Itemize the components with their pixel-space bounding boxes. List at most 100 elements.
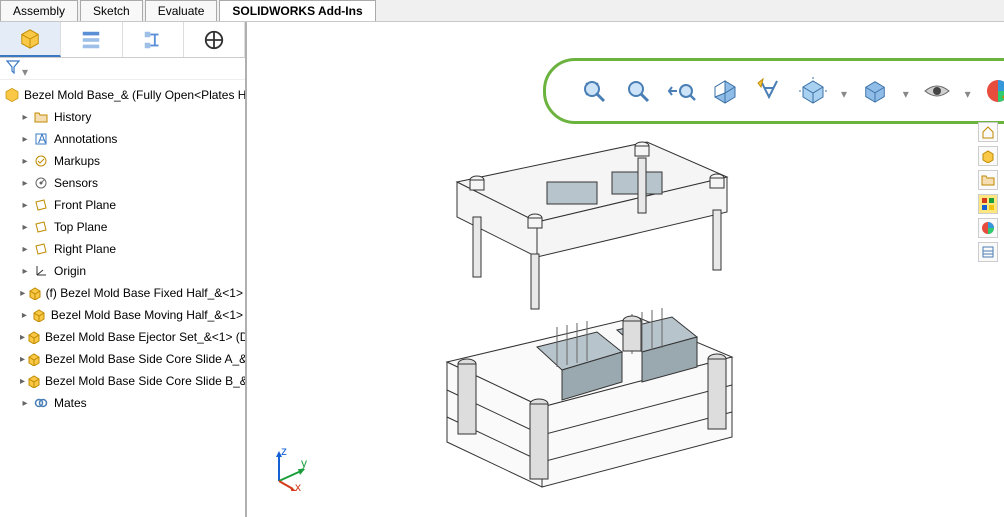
expander-icon[interactable]: ▸ bbox=[20, 178, 30, 189]
file-explorer-icon[interactable] bbox=[978, 170, 998, 190]
tree-filter-row: ▾ bbox=[0, 58, 245, 80]
configuration-manager-tab[interactable] bbox=[123, 22, 184, 57]
tree-item-label: Bezel Mold Base Ejector Set_&<1> (D bbox=[45, 330, 245, 344]
dimxpert-tab[interactable] bbox=[184, 22, 245, 57]
property-manager-tab[interactable] bbox=[61, 22, 122, 57]
expander-icon[interactable]: ▸ bbox=[20, 156, 30, 167]
asm-icon bbox=[27, 351, 41, 367]
custom-properties-icon[interactable] bbox=[978, 242, 998, 262]
tree-item-label: History bbox=[54, 110, 91, 124]
hide-show-items-icon[interactable] bbox=[919, 73, 955, 109]
triad-y-label: y bbox=[301, 456, 307, 470]
hide-show-dropdown-icon[interactable]: ▾ bbox=[965, 87, 973, 95]
tree-item[interactable]: ▸ Right Plane bbox=[2, 238, 243, 260]
expander-icon[interactable]: ▸ bbox=[20, 398, 30, 409]
asm-icon bbox=[31, 307, 47, 323]
tree-item-label: Front Plane bbox=[54, 198, 116, 212]
markup-icon bbox=[32, 153, 50, 169]
section-view-icon[interactable] bbox=[707, 73, 743, 109]
tree-item-label: Bezel Mold Base Side Core Slide A_& bbox=[45, 352, 245, 366]
feature-manager-panel: ▾ Bezel Mold Base_& (Fully Open<Plates H… bbox=[0, 22, 247, 517]
expander-icon[interactable]: ▸ bbox=[20, 244, 30, 255]
design-library-icon[interactable] bbox=[978, 146, 998, 166]
svg-text:A: A bbox=[38, 132, 46, 146]
tab-assembly[interactable]: Assembly bbox=[0, 0, 78, 21]
zoom-to-area-icon[interactable] bbox=[620, 73, 656, 109]
assembly-icon bbox=[4, 87, 20, 103]
asm-icon bbox=[27, 329, 41, 345]
tree-root-label: Bezel Mold Base_& (Fully Open<Plates H bbox=[24, 88, 245, 102]
expander-icon[interactable]: ▸ bbox=[20, 266, 30, 277]
task-pane bbox=[978, 122, 1000, 262]
tree-item[interactable]: ▸ Front Plane bbox=[2, 194, 243, 216]
plane-icon bbox=[32, 241, 50, 257]
view-palette-icon[interactable] bbox=[978, 194, 998, 214]
edit-appearance-icon[interactable] bbox=[981, 73, 1004, 109]
expander-icon[interactable]: ▸ bbox=[20, 134, 30, 145]
tree-item[interactable]: ▸ Top Plane bbox=[2, 216, 243, 238]
expander-icon[interactable]: ▸ bbox=[20, 288, 26, 299]
annotation-icon: A bbox=[32, 131, 50, 147]
filter-icon[interactable] bbox=[6, 60, 20, 77]
tree-item-label: Markups bbox=[54, 154, 100, 168]
view-orientation-icon[interactable] bbox=[795, 73, 831, 109]
appearances-icon[interactable] bbox=[978, 218, 998, 238]
feature-tree-tab[interactable] bbox=[0, 22, 61, 57]
tree-item[interactable]: ▸ (f) Bezel Mold Base Fixed Half_&<1> bbox=[2, 282, 243, 304]
tree-item[interactable]: ▸ Origin bbox=[2, 260, 243, 282]
tree-item-label: Bezel Mold Base Moving Half_&<1> bbox=[51, 308, 243, 322]
manager-tabs bbox=[0, 22, 245, 58]
previous-view-icon[interactable] bbox=[664, 73, 700, 109]
tree-item-label: Mates bbox=[54, 396, 87, 410]
tree-item[interactable]: ▸ Bezel Mold Base Ejector Set_&<1> (D bbox=[2, 326, 243, 348]
expander-icon[interactable]: ▸ bbox=[20, 222, 30, 233]
home-icon[interactable] bbox=[978, 122, 998, 142]
filter-dropdown-icon[interactable]: ▾ bbox=[22, 65, 30, 73]
tree-item[interactable]: ▸ Mates bbox=[2, 392, 243, 414]
tab-addins[interactable]: SOLIDWORKS Add-Ins bbox=[219, 0, 375, 21]
tree-item[interactable]: ▸ History bbox=[2, 106, 243, 128]
orientation-triad[interactable]: z y x bbox=[267, 447, 307, 487]
tree-item-label: Bezel Mold Base Side Core Slide B_& bbox=[45, 374, 245, 388]
asm-icon bbox=[27, 373, 41, 389]
zoom-to-fit-icon[interactable] bbox=[576, 73, 612, 109]
expander-icon[interactable]: ▸ bbox=[20, 112, 30, 123]
expander-icon[interactable]: ▸ bbox=[20, 376, 25, 387]
graphics-viewport[interactable]: ▾ ▾ ▾ ▾ ▾ bbox=[247, 22, 1004, 517]
plane-icon bbox=[32, 219, 50, 235]
tree-item[interactable]: ▸ Markups bbox=[2, 150, 243, 172]
tab-sketch[interactable]: Sketch bbox=[80, 0, 143, 21]
display-style-icon[interactable] bbox=[857, 73, 893, 109]
sensor-icon bbox=[32, 175, 50, 191]
triad-z-label: z bbox=[281, 447, 287, 458]
origin-icon bbox=[32, 263, 50, 279]
tree-item-label: Top Plane bbox=[54, 220, 107, 234]
mates-icon bbox=[32, 395, 50, 411]
tree-item[interactable]: ▸ Bezel Mold Base Side Core Slide A_& bbox=[2, 348, 243, 370]
tree-item[interactable]: ▸ Bezel Mold Base Side Core Slide B_& bbox=[2, 370, 243, 392]
plane-icon bbox=[32, 197, 50, 213]
tree-item-label: (f) Bezel Mold Base Fixed Half_&<1> bbox=[46, 286, 243, 300]
tab-evaluate[interactable]: Evaluate bbox=[145, 0, 218, 21]
tree-item[interactable]: ▸ Sensors bbox=[2, 172, 243, 194]
display-style-dropdown-icon[interactable]: ▾ bbox=[903, 87, 911, 95]
tree-item-label: Origin bbox=[54, 264, 86, 278]
expander-icon[interactable]: ▸ bbox=[20, 332, 25, 343]
tree-item[interactable]: ▸ A Annotations bbox=[2, 128, 243, 150]
asm-icon bbox=[28, 285, 42, 301]
expander-icon[interactable]: ▸ bbox=[20, 310, 29, 321]
tree-item-label: Annotations bbox=[54, 132, 117, 146]
tree-root[interactable]: Bezel Mold Base_& (Fully Open<Plates H bbox=[2, 84, 243, 106]
tree-item-label: Right Plane bbox=[54, 242, 116, 256]
feature-tree: Bezel Mold Base_& (Fully Open<Plates H ▸… bbox=[0, 80, 245, 418]
tree-item[interactable]: ▸ Bezel Mold Base Moving Half_&<1> bbox=[2, 304, 243, 326]
command-tabs: Assembly Sketch Evaluate SOLIDWORKS Add-… bbox=[0, 0, 1004, 22]
history-icon bbox=[32, 109, 50, 125]
expander-icon[interactable]: ▸ bbox=[20, 200, 30, 211]
mold-base-model bbox=[417, 132, 757, 492]
orientation-dropdown-icon[interactable]: ▾ bbox=[841, 87, 849, 95]
tree-item-label: Sensors bbox=[54, 176, 98, 190]
heads-up-view-toolbar: ▾ ▾ ▾ ▾ ▾ bbox=[543, 58, 1004, 124]
expander-icon[interactable]: ▸ bbox=[20, 354, 25, 365]
dynamic-annotation-icon[interactable] bbox=[751, 73, 787, 109]
